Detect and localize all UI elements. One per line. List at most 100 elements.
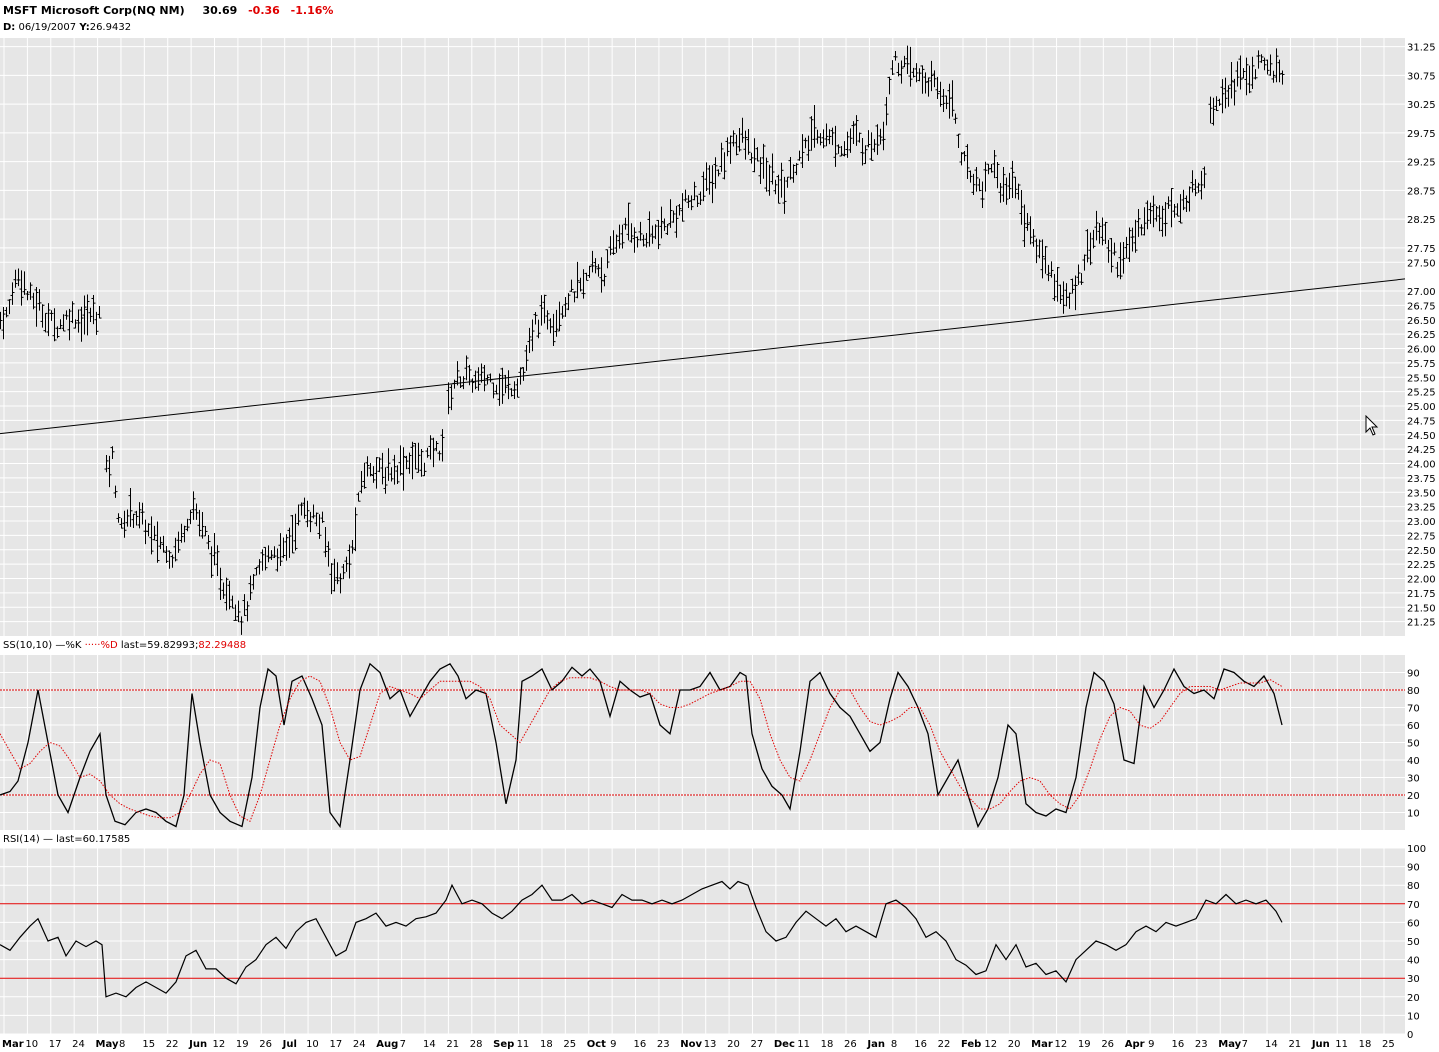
indicator-tick-label: 30 — [1407, 774, 1420, 785]
stochastic-label: SS(10,10) —%K ·····%D last=59.82993;82.2… — [3, 640, 247, 651]
date-tick-label: 22 — [938, 1039, 951, 1050]
date-tick-label: 16 — [914, 1039, 927, 1050]
date-tick-label: Nov — [680, 1039, 702, 1050]
date-tick-label: 18 — [1359, 1039, 1372, 1050]
k-legend: —%K — [55, 640, 82, 651]
indicator-tick-label: 100 — [1407, 844, 1426, 855]
date-tick-label: 28 — [470, 1039, 483, 1050]
d-legend: ·····%D — [84, 640, 118, 651]
date-tick-label: 17 — [49, 1039, 62, 1050]
date-tick-label: Jun — [188, 1039, 207, 1050]
price-tick-label: 25.00 — [1407, 402, 1436, 413]
date-tick-label: May — [96, 1039, 119, 1050]
stochastic-last-d: 82.29488 — [198, 640, 247, 651]
indicator-tick-label: 90 — [1407, 863, 1420, 874]
rsi-last: last=60.17585 — [56, 834, 131, 845]
price-tick-label: 26.00 — [1407, 345, 1436, 356]
date-tick-label: 16 — [634, 1039, 647, 1050]
date-tick-label: Dec — [774, 1039, 795, 1050]
date-tick-label: 27 — [750, 1039, 763, 1050]
indicator-tick-label: 0 — [1407, 1030, 1413, 1041]
price-tick-label: 24.50 — [1407, 431, 1436, 442]
price-tick-label: 26.50 — [1407, 316, 1436, 327]
date-tick-label: 16 — [1171, 1039, 1184, 1050]
price-tick-label: 28.25 — [1407, 215, 1436, 226]
price-tick-label: 28.75 — [1407, 186, 1436, 197]
date-tick-label: 8 — [119, 1039, 125, 1050]
date-tick-label: 14 — [423, 1039, 436, 1050]
indicator-tick-label: 60 — [1407, 721, 1420, 732]
price-tick-label: 22.75 — [1407, 531, 1436, 542]
indicator-tick-label: 10 — [1407, 809, 1420, 820]
date-tick-label: 24 — [72, 1039, 85, 1050]
date-tick-label: 13 — [704, 1039, 717, 1050]
date-tick-label: 7 — [400, 1039, 406, 1050]
date-tick-label: Mar — [2, 1039, 24, 1050]
date-tick-label: 12 — [984, 1039, 997, 1050]
date-tick-label: 22 — [166, 1039, 179, 1050]
price-tick-label: 21.50 — [1407, 603, 1436, 614]
price-tick-label: 26.75 — [1407, 301, 1436, 312]
date-tick-label: 10 — [25, 1039, 38, 1050]
price-tick-label: 29.25 — [1407, 158, 1436, 169]
date-tick-label: 24 — [353, 1039, 366, 1050]
date-tick-label: 12 — [1055, 1039, 1068, 1050]
indicator-tick-label: 80 — [1407, 881, 1420, 892]
date-tick-label: Apr — [1125, 1039, 1145, 1050]
date-tick-label: 9 — [1148, 1039, 1154, 1050]
indicator-tick-label: 40 — [1407, 756, 1420, 767]
price-tick-label: 24.25 — [1407, 445, 1436, 456]
stochastic-last-prefix: last= — [120, 640, 148, 651]
price-tick-label: 21.75 — [1407, 589, 1436, 600]
indicator-tick-label: 70 — [1407, 704, 1420, 715]
date-tick-label: 26 — [259, 1039, 272, 1050]
price-tick-label: 23.75 — [1407, 474, 1436, 485]
price-tick-label: 22.00 — [1407, 575, 1436, 586]
date-tick-label: 20 — [727, 1039, 740, 1050]
date-tick-label: 26 — [1101, 1039, 1114, 1050]
price-tick-label: 26.25 — [1407, 330, 1436, 341]
chart-canvas[interactable]: 31.25 30.75 30.25 29.75 29.25 28.75 28.25 27.75… — [0, 0, 1439, 1052]
price-tick-label: 27.50 — [1407, 258, 1436, 269]
date-tick-label: 25 — [1382, 1039, 1395, 1050]
price-tick-label: 27.00 — [1407, 287, 1436, 298]
price-tick-label: 25.25 — [1407, 388, 1436, 399]
price-tick-label: 22.25 — [1407, 560, 1436, 571]
date-tick-label: 19 — [1078, 1039, 1091, 1050]
price-tick-label: 24.00 — [1407, 460, 1436, 471]
mouse-cursor-icon — [1365, 415, 1379, 436]
price-tick-label: 24.75 — [1407, 416, 1436, 427]
date-tick-label: Mar — [1031, 1039, 1053, 1050]
date-tick-label: 26 — [844, 1039, 857, 1050]
date-tick-label: Sep — [493, 1039, 514, 1050]
date-tick-label: 9 — [610, 1039, 616, 1050]
date-tick-label: Feb — [961, 1039, 981, 1050]
date-tick-label: Aug — [376, 1039, 398, 1050]
date-tick-label: 23 — [657, 1039, 670, 1050]
date-tick-label: 18 — [540, 1039, 553, 1050]
price-tick-label: 30.75 — [1407, 71, 1436, 82]
date-tick-label: 17 — [329, 1039, 342, 1050]
stochastic-name: SS(10,10) — [3, 640, 53, 651]
indicator-tick-label: 70 — [1407, 900, 1420, 911]
date-tick-label: 15 — [142, 1039, 155, 1050]
indicator-tick-label: 20 — [1407, 993, 1420, 1004]
date-tick-label: 12 — [213, 1039, 226, 1050]
panel-0 — [0, 38, 1405, 636]
price-tick-label: 23.25 — [1407, 503, 1436, 514]
date-tick-label: 11 — [1335, 1039, 1348, 1050]
indicator-tick-label: 10 — [1407, 1011, 1420, 1022]
date-tick-label: 21 — [1288, 1039, 1301, 1050]
date-tick-label: Jan — [866, 1039, 885, 1050]
price-tick-label: 31.25 — [1407, 43, 1436, 54]
rsi-label: RSI(14) — last=60.17585 — [3, 834, 130, 845]
price-tick-label: 21.25 — [1407, 618, 1436, 629]
indicator-tick-label: 90 — [1407, 669, 1420, 680]
date-tick-label: 11 — [797, 1039, 810, 1050]
date-tick-label: 25 — [563, 1039, 576, 1050]
date-tick-label: 18 — [821, 1039, 834, 1050]
indicator-tick-label: 50 — [1407, 739, 1420, 750]
date-tick-label: 20 — [1008, 1039, 1021, 1050]
price-tick-label: 23.50 — [1407, 488, 1436, 499]
date-tick-label: May — [1218, 1039, 1241, 1050]
